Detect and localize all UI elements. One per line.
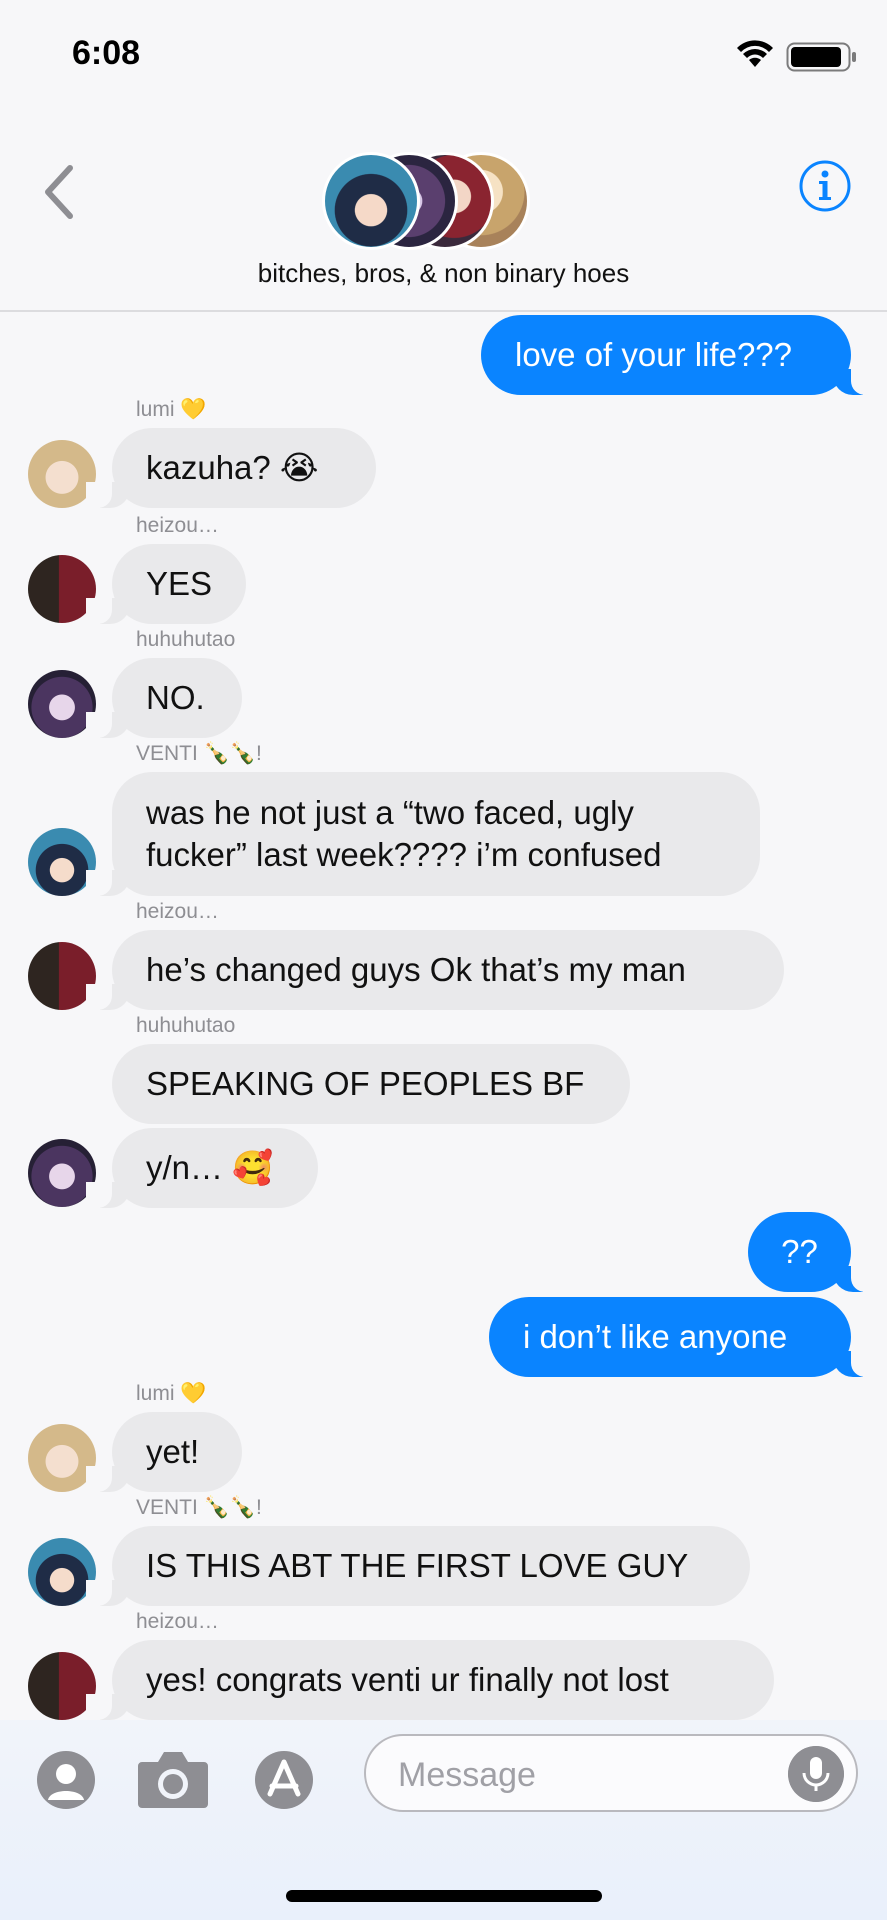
- incoming-message[interactable]: IS THIS ABT THE FIRST LOVE GUY: [86, 1526, 750, 1606]
- incoming-message[interactable]: kazuha? 😭: [86, 428, 376, 508]
- sender-name: huhuhutao: [136, 1014, 236, 1037]
- status-bar: 6:08: [0, 0, 887, 110]
- incoming-message[interactable]: yet!: [86, 1412, 242, 1492]
- app-store-icon[interactable]: [254, 1750, 332, 1810]
- outgoing-message[interactable]: love of your life???: [481, 315, 877, 395]
- group-name[interactable]: bitches, bros, & non binary hoes: [0, 258, 887, 289]
- sender-name: VENTI 🍾🍾!: [136, 1496, 262, 1519]
- message-list[interactable]: love of your life??? lumi 💛 kazuha? 😭 he…: [0, 310, 887, 1720]
- composer-bar: [0, 1720, 887, 1920]
- chevron-left-icon[interactable]: [40, 162, 80, 222]
- group-avatars[interactable]: [322, 152, 542, 250]
- sender-name: huhuhutao: [136, 628, 236, 651]
- avatar: [322, 152, 420, 250]
- conversation-header: bitches, bros, & non binary hoes: [0, 110, 887, 312]
- incoming-message[interactable]: he’s changed guys Ok that’s my man: [86, 930, 784, 1010]
- sender-name: VENTI 🍾🍾!: [136, 742, 262, 765]
- incoming-message[interactable]: YES: [86, 544, 246, 624]
- battery-icon: [786, 42, 856, 72]
- incoming-message[interactable]: was he not just a “two faced, ugly fucke…: [86, 772, 760, 896]
- outgoing-message[interactable]: i don’t like anyone: [489, 1297, 877, 1377]
- message-input[interactable]: [396, 1748, 780, 1802]
- message-field[interactable]: [364, 1734, 858, 1812]
- incoming-message[interactable]: NO.: [86, 658, 242, 738]
- status-time: 6:08: [72, 34, 141, 72]
- outgoing-message[interactable]: ??: [748, 1212, 877, 1292]
- microphone-icon[interactable]: [788, 1746, 844, 1802]
- camera-icon[interactable]: [136, 1748, 210, 1810]
- incoming-message[interactable]: SPEAKING OF PEOPLES BF: [112, 1044, 630, 1124]
- contact-icon[interactable]: [36, 1750, 96, 1810]
- sender-name: heizou…: [136, 1610, 219, 1633]
- incoming-message[interactable]: yes! congrats venti ur finally not lost: [86, 1640, 774, 1720]
- sender-name: heizou…: [136, 900, 219, 923]
- sender-name: lumi 💛: [136, 1382, 207, 1405]
- wifi-icon: [737, 40, 773, 67]
- sender-name: heizou…: [136, 514, 219, 537]
- info-circle-icon[interactable]: [798, 159, 852, 213]
- home-indicator[interactable]: [286, 1890, 602, 1902]
- incoming-message[interactable]: y/n… 🥰: [86, 1128, 318, 1208]
- sender-name: lumi 💛: [136, 398, 207, 421]
